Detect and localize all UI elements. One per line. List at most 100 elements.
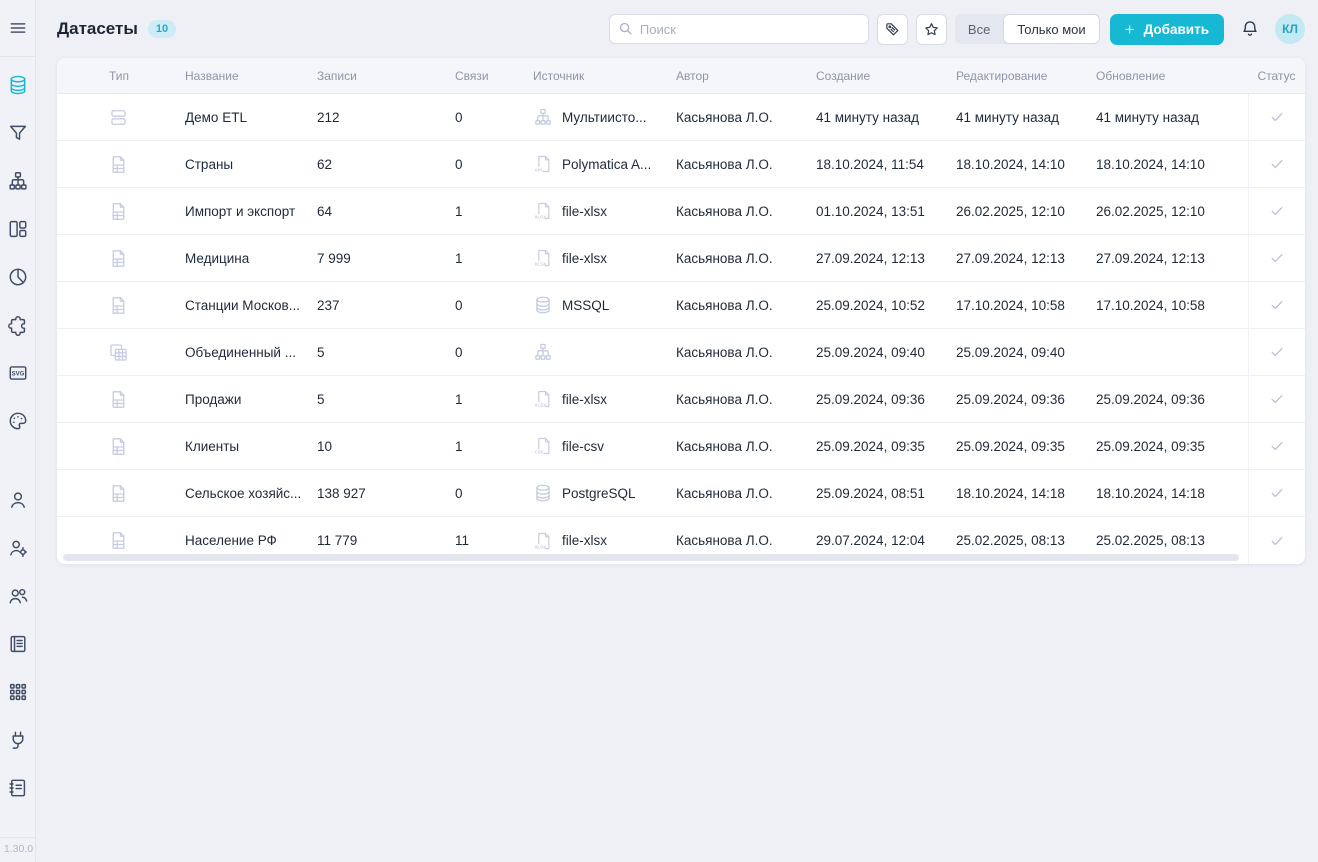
svg-text:XLSX: XLSX: [535, 262, 546, 267]
table-row[interactable]: Продажи51XLSXfile-xlsxКасьянова Л.О.25.0…: [57, 376, 1305, 423]
table-row[interactable]: Сельское хозяйс...138 9270PostgreSQLКась…: [57, 470, 1305, 517]
sidebar-item-dashboards[interactable]: [0, 211, 36, 247]
datasets-table: ТипНазваниеЗаписиСвязиИсточникАвторСозда…: [57, 58, 1305, 564]
created-value: 25.09.2024, 08:51: [816, 470, 956, 516]
sidebar-item-datasets[interactable]: [0, 67, 36, 103]
table-row[interactable]: Демо ETL2120Мультиисто...Касьянова Л.О.4…: [57, 94, 1305, 141]
updated-value: 26.02.2025, 12:10: [1096, 188, 1248, 234]
check-icon: [1269, 250, 1285, 266]
sidebar-item-svg-library[interactable]: SVG: [0, 355, 36, 391]
dataset-count-badge: 10: [148, 20, 176, 38]
created-value: 18.10.2024, 11:54: [816, 141, 956, 187]
filter-mine-segment[interactable]: Только мои: [1003, 14, 1099, 44]
check-icon: [1269, 391, 1285, 407]
check-icon: [1269, 109, 1285, 125]
menu-toggle-button[interactable]: [0, 0, 35, 57]
author-value: Касьянова Л.О.: [676, 282, 816, 328]
tag-icon: [884, 21, 901, 38]
filter-all-segment[interactable]: Все: [955, 14, 1003, 44]
check-icon: [1269, 203, 1285, 219]
sidebar-item-filters[interactable]: [0, 115, 36, 151]
status-value: [1248, 423, 1305, 469]
author-value: Касьянова Л.О.: [676, 141, 816, 187]
database-icon: [7, 74, 29, 96]
edited-value: 18.10.2024, 14:18: [956, 470, 1096, 516]
sidebar-item-palette[interactable]: [0, 403, 36, 439]
source-label: file-xlsx: [562, 204, 607, 219]
file-table-icon: [108, 389, 129, 410]
dataset-name: Станции Москов...: [185, 282, 317, 328]
file-table-icon: [108, 530, 129, 551]
sidebar-item-modules[interactable]: [0, 674, 36, 710]
table-row[interactable]: Станции Москов...2370MSSQLКасьянова Л.О.…: [57, 282, 1305, 329]
notifications-button[interactable]: [1240, 19, 1260, 39]
records-value: 212: [317, 94, 455, 140]
table-row[interactable]: Страны620APIPolymatica A...Касьянова Л.О…: [57, 141, 1305, 188]
table-row[interactable]: Объединенный ...50Касьянова Л.О.25.09.20…: [57, 329, 1305, 376]
source-label: file-xlsx: [562, 392, 607, 407]
status-value: [1248, 329, 1305, 375]
avatar[interactable]: КЛ: [1275, 14, 1305, 44]
links-value: 1: [455, 235, 533, 281]
file-api-icon: API: [533, 154, 553, 174]
links-value: 1: [455, 188, 533, 234]
table-row[interactable]: Клиенты101CSVfile-csvКасьянова Л.О.25.09…: [57, 423, 1305, 470]
edited-value: 25.09.2024, 09:36: [956, 376, 1096, 422]
sidebar-item-connections[interactable]: [0, 722, 36, 758]
updated-value: 27.09.2024, 12:13: [1096, 235, 1248, 281]
sidebar-top-group: SVG: [0, 57, 35, 451]
horizontal-scrollbar[interactable]: [63, 554, 1239, 561]
svg-text:API: API: [535, 168, 542, 173]
links-value: 0: [455, 94, 533, 140]
sidebar-item-etl[interactable]: [0, 163, 36, 199]
sidebar-item-charts[interactable]: [0, 259, 36, 295]
column-header-type: Тип: [97, 69, 185, 83]
status-value: [1248, 141, 1305, 187]
dataset-type: [97, 141, 185, 187]
sitemap-icon: [7, 170, 29, 192]
file-xlsx-icon: XLSX: [533, 201, 553, 221]
topbar: Датасеты 10 Все Только мои + Добавить: [36, 0, 1318, 58]
edited-value: 17.10.2024, 10:58: [956, 282, 1096, 328]
dataset-name: Страны: [185, 141, 317, 187]
sidebar-item-plugins[interactable]: [0, 307, 36, 343]
dataset-name: Импорт и экспорт: [185, 188, 317, 234]
records-value: 5: [317, 376, 455, 422]
source-label: Polymatica A...: [562, 157, 651, 172]
column-header-links: Связи: [455, 69, 533, 83]
source-label: file-xlsx: [562, 533, 607, 548]
favorites-button[interactable]: [916, 14, 947, 45]
sidebar-item-users[interactable]: [0, 578, 36, 614]
dataset-source: XLSXfile-xlsx: [533, 235, 676, 281]
column-header-updated: Обновление: [1096, 69, 1248, 83]
updated-value: 18.10.2024, 14:10: [1096, 141, 1248, 187]
sidebar-item-journal[interactable]: [0, 626, 36, 662]
dataset-source: PostgreSQL: [533, 470, 676, 516]
links-value: 0: [455, 141, 533, 187]
hamburger-icon: [8, 18, 28, 38]
search-input[interactable]: [609, 14, 869, 44]
author-value: Касьянова Л.О.: [676, 235, 816, 281]
file-table-icon: [108, 201, 129, 222]
book-icon: [7, 633, 29, 655]
db-source-icon: [533, 483, 553, 503]
file-csv-icon: CSV: [533, 436, 553, 456]
dataset-type: [97, 376, 185, 422]
sidebar-item-profile[interactable]: [0, 482, 36, 518]
table-row[interactable]: Медицина7 9991XLSXfile-xlsxКасьянова Л.О…: [57, 235, 1305, 282]
author-value: Касьянова Л.О.: [676, 329, 816, 375]
author-value: Касьянова Л.О.: [676, 376, 816, 422]
tags-filter-button[interactable]: [877, 14, 908, 45]
file-table-icon: [108, 436, 129, 457]
dataset-name: Продажи: [185, 376, 317, 422]
dataset-type: [97, 94, 185, 140]
sidebar-item-roles[interactable]: [0, 530, 36, 566]
add-dataset-button[interactable]: + Добавить: [1110, 14, 1224, 45]
dataset-source: CSVfile-csv: [533, 423, 676, 469]
table-row[interactable]: Импорт и экспорт641XLSXfile-xlsxКасьянов…: [57, 188, 1305, 235]
records-value: 5: [317, 329, 455, 375]
sidebar-item-logs[interactable]: [0, 770, 36, 806]
dataset-name: Объединенный ...: [185, 329, 317, 375]
status-value: [1248, 235, 1305, 281]
status-value: [1248, 188, 1305, 234]
